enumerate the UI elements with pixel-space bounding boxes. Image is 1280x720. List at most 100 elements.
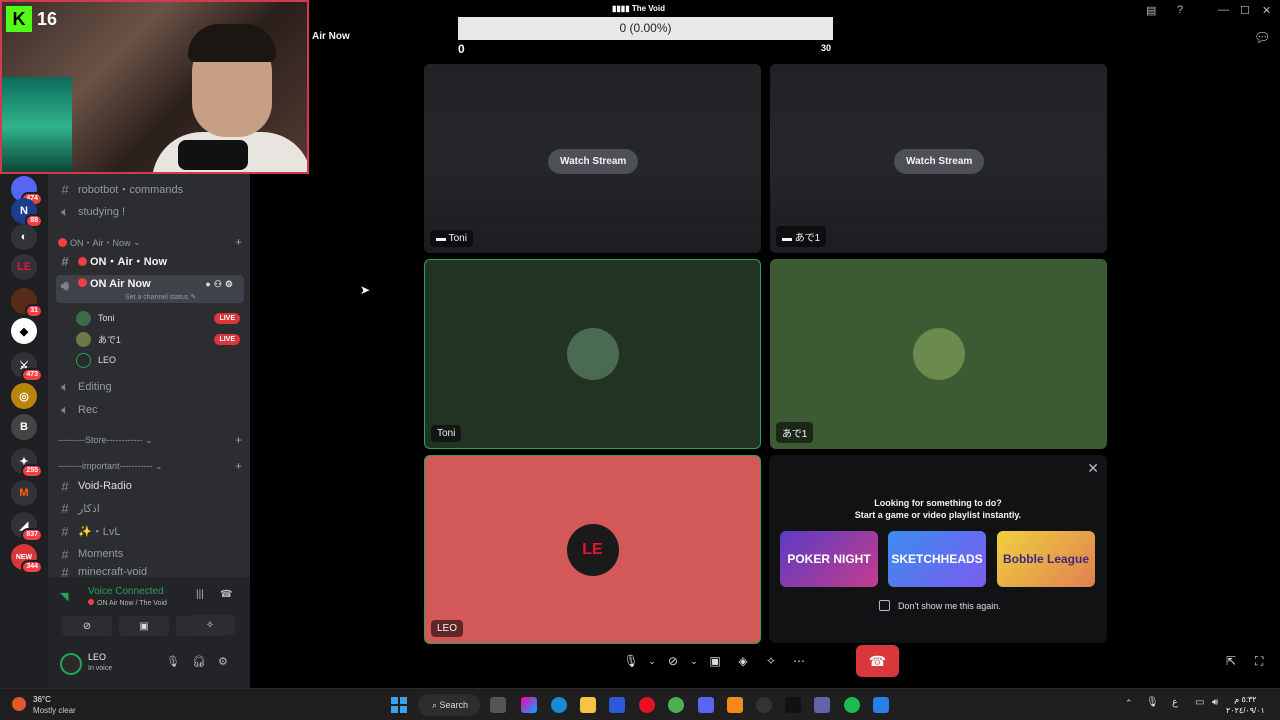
soundboard-icon[interactable]: ✧ bbox=[185, 615, 235, 635]
server-icon[interactable]: N 88 bbox=[11, 198, 43, 228]
store-icon[interactable] bbox=[609, 697, 625, 713]
channel-action-icons[interactable]: ●⚇⚙ bbox=[205, 279, 236, 290]
disconnect-icon[interactable]: ☎ bbox=[220, 589, 232, 600]
avatar bbox=[76, 331, 91, 347]
activity-icon[interactable]: ◈ bbox=[729, 647, 757, 675]
channel-minecraft[interactable]: # minecraft-void bbox=[56, 566, 244, 578]
channel-on-air-text[interactable]: # ON・Air・Now bbox=[56, 250, 244, 272]
hash-icon: # bbox=[61, 500, 69, 516]
search-box[interactable]: ⌕ Search bbox=[418, 694, 480, 716]
avatar[interactable] bbox=[60, 653, 82, 675]
server-icon[interactable]: ⚔ 473 bbox=[11, 352, 43, 382]
server-icon[interactable]: ◎ bbox=[11, 383, 37, 409]
user-tile-leo[interactable]: LE LEO bbox=[424, 455, 761, 644]
channel-athkar[interactable]: # اذكار bbox=[56, 497, 244, 519]
fullscreen-icon[interactable]: ⛶ bbox=[1255, 654, 1263, 669]
set-channel-status[interactable]: Set a channel status ✎ bbox=[125, 293, 196, 301]
teams-icon[interactable] bbox=[814, 697, 830, 713]
category-on-air[interactable]: ON・Air・Now ⌄ + bbox=[58, 234, 242, 250]
add-channel-icon[interactable]: + bbox=[235, 235, 242, 249]
channel-editing[interactable]: 🔈︎ Editing bbox=[56, 376, 244, 398]
server-icon[interactable]: ◐ bbox=[11, 224, 37, 250]
voice-location[interactable]: ON Air Now / The Void bbox=[88, 599, 167, 607]
close-icon[interactable]: ✕ bbox=[1087, 460, 1099, 477]
maximize-icon[interactable]: ☐ bbox=[1240, 4, 1250, 17]
stream-tile-toni[interactable]: Watch Stream ▬ Toni bbox=[424, 64, 761, 253]
copilot-icon[interactable] bbox=[521, 697, 537, 713]
server-icon[interactable]: ◆ bbox=[11, 318, 37, 344]
start-icon[interactable] bbox=[391, 697, 407, 713]
game-card[interactable]: Bobble League bbox=[997, 531, 1095, 587]
channel-robotbot[interactable]: # robotbot・commands bbox=[56, 178, 244, 200]
chat-icon[interactable]: 💬︎ bbox=[1254, 30, 1271, 46]
server-icon[interactable]: ◢ 837 bbox=[11, 512, 43, 542]
add-channel-icon[interactable]: + bbox=[235, 433, 242, 447]
edge-icon[interactable] bbox=[551, 697, 567, 713]
new-badge[interactable]: NEW 344 bbox=[11, 544, 43, 574]
server-icon[interactable]: 31 bbox=[11, 288, 43, 318]
clock[interactable]: ٥:٣٢ م ٢٠٢٤/٠٩/٠١ bbox=[1226, 694, 1265, 716]
network-icon[interactable]: ▭ bbox=[1195, 697, 1204, 708]
microphone-icon[interactable]: 🎙︎ bbox=[1146, 697, 1159, 708]
weather-icon[interactable] bbox=[12, 697, 26, 711]
server-icon[interactable]: M bbox=[11, 480, 37, 506]
server-icon[interactable]: B bbox=[11, 414, 37, 440]
obs-icon[interactable] bbox=[756, 697, 772, 713]
server-icon[interactable]: ✦ 255 bbox=[11, 448, 43, 478]
hash-icon: # bbox=[61, 181, 69, 197]
game-card[interactable]: POKER NIGHT bbox=[780, 531, 878, 587]
voice-user[interactable]: Toni LIVE bbox=[76, 308, 240, 328]
camera-off-icon[interactable]: ⊘ bbox=[62, 616, 112, 636]
user-tile-toni[interactable]: Toni bbox=[424, 259, 761, 449]
channel-lvl[interactable]: # ✨・LvL bbox=[56, 520, 244, 542]
voice-user[interactable]: LEO bbox=[76, 350, 240, 370]
spotify-icon[interactable] bbox=[844, 697, 860, 713]
close-icon[interactable]: ✕ bbox=[1262, 4, 1271, 17]
server-icon[interactable]: LE bbox=[11, 254, 37, 280]
inbox-icon[interactable]: ▤ bbox=[1146, 4, 1156, 17]
chrome-icon[interactable] bbox=[668, 697, 684, 713]
channel-void-radio[interactable]: # Void-Radio bbox=[56, 475, 244, 497]
task-view-icon[interactable] bbox=[490, 697, 506, 713]
microphone-icon[interactable]: 🎙︎ bbox=[166, 655, 180, 668]
dont-show-checkbox[interactable] bbox=[879, 600, 890, 611]
watch-stream-button[interactable]: Watch Stream bbox=[894, 149, 985, 174]
app-icon[interactable] bbox=[873, 697, 889, 713]
voice-user[interactable]: あで1 LIVE bbox=[76, 329, 240, 349]
more-icon[interactable]: ⋯ bbox=[785, 647, 813, 675]
gear-icon[interactable]: ⚙ bbox=[218, 655, 228, 668]
channel-rec[interactable]: 🔈︎ Rec bbox=[56, 399, 244, 421]
epic-games-icon[interactable] bbox=[785, 697, 801, 713]
help-icon[interactable]: ? bbox=[1177, 4, 1183, 16]
kick-logo-icon: K bbox=[6, 6, 32, 32]
category-store[interactable]: ---------Store------------ ⌄ + bbox=[58, 432, 242, 448]
chevron-up-icon[interactable]: ⌃ bbox=[1125, 698, 1133, 709]
chevron-down-icon[interactable]: ⌄ bbox=[687, 647, 701, 675]
microphone-icon[interactable]: 🎙︎ bbox=[617, 647, 645, 675]
progress-bar: 0 (0.00%) bbox=[458, 17, 833, 40]
watch-stream-button[interactable]: Watch Stream bbox=[548, 149, 639, 174]
screen-share-icon[interactable]: ▣ bbox=[701, 647, 729, 675]
minimize-icon[interactable]: — bbox=[1218, 4, 1229, 16]
camera-off-icon[interactable]: ⊘ bbox=[659, 647, 687, 675]
game-card[interactable]: SKETCHHEADS bbox=[888, 531, 986, 587]
category-important[interactable]: --------important----------- ⌄ + bbox=[58, 458, 242, 474]
channel-studying[interactable]: 🔈︎ studying ! bbox=[56, 201, 244, 223]
hang-up-button[interactable]: ☎ bbox=[856, 645, 899, 677]
avatar bbox=[76, 352, 91, 368]
add-channel-icon[interactable]: + bbox=[235, 459, 242, 473]
popout-icon[interactable]: ⇱ bbox=[1226, 654, 1236, 668]
file-explorer-icon[interactable] bbox=[580, 697, 596, 713]
volume-icon[interactable]: 🔊︎ bbox=[1212, 697, 1218, 708]
discord-icon[interactable] bbox=[698, 697, 714, 713]
opera-icon[interactable] bbox=[639, 697, 655, 713]
screen-share-icon[interactable]: ▣ bbox=[119, 616, 169, 636]
channel-moments[interactable]: # Moments bbox=[56, 543, 244, 565]
user-tile-ade1[interactable]: あで1 bbox=[770, 259, 1107, 449]
app-icon[interactable] bbox=[727, 697, 743, 713]
noise-suppression-icon[interactable]: ||| bbox=[196, 589, 204, 600]
stream-tile-ade1[interactable]: Watch Stream ▬ あで1 bbox=[770, 64, 1107, 253]
soundboard-icon[interactable]: ✧ bbox=[757, 647, 785, 675]
headphones-icon[interactable]: 🎧︎ bbox=[192, 655, 206, 668]
chevron-down-icon[interactable]: ⌄ bbox=[645, 647, 659, 675]
